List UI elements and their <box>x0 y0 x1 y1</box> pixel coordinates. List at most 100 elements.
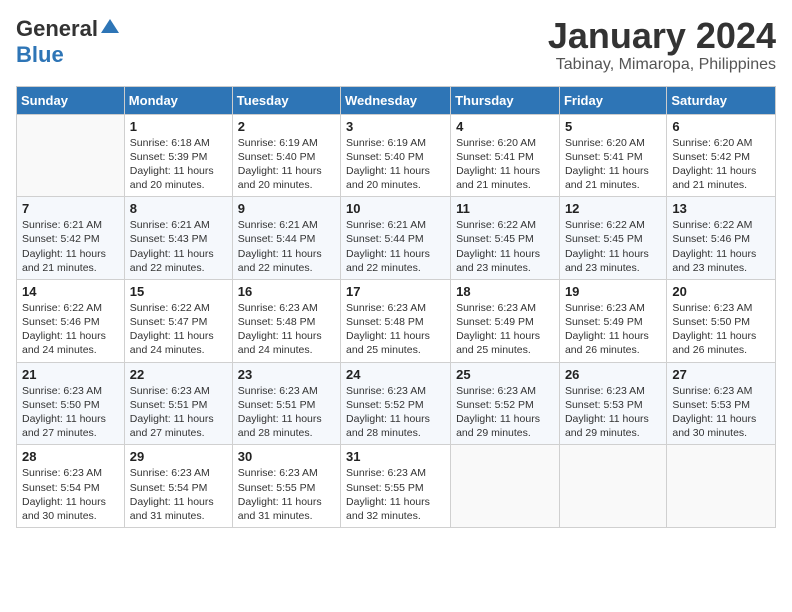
calendar-cell: 7 Sunrise: 6:21 AMSunset: 5:42 PMDaylight… <box>17 197 125 280</box>
cell-content: Sunrise: 6:23 AMSunset: 5:50 PMDaylight:… <box>672 302 756 357</box>
cell-content: Sunrise: 6:20 AMSunset: 5:41 PMDaylight:… <box>565 137 649 192</box>
day-of-week-header: Sunday <box>17 86 125 114</box>
cell-content: Sunrise: 6:23 AMSunset: 5:55 PMDaylight:… <box>346 467 430 522</box>
cell-content: Sunrise: 6:23 AMSunset: 5:51 PMDaylight:… <box>238 385 322 440</box>
calendar-week-row: 7 Sunrise: 6:21 AMSunset: 5:42 PMDaylight… <box>17 197 776 280</box>
day-number: 27 <box>672 367 770 382</box>
day-number: 6 <box>672 119 770 134</box>
logo-blue-text: Blue <box>16 42 64 67</box>
calendar-cell: 8 Sunrise: 6:21 AMSunset: 5:43 PMDaylight… <box>124 197 232 280</box>
location-title: Tabinay, Mimaropa, Philippines <box>548 56 776 74</box>
calendar-cell: 3Sunrise: 6:19 AMSunset: 5:40 PMDaylight… <box>341 114 451 197</box>
calendar-week-row: 14Sunrise: 6:22 AMSunset: 5:46 PMDayligh… <box>17 279 776 362</box>
day-number: 21 <box>22 367 119 382</box>
cell-content: Sunrise: 6:21 AMSunset: 5:44 PMDaylight:… <box>238 219 322 274</box>
day-number: 14 <box>22 284 119 299</box>
calendar-cell: 17 Sunrise: 6:23 AMSunset: 5:48 PMDayligh… <box>341 279 451 362</box>
calendar-cell: 15 Sunrise: 6:22 AMSunset: 5:47 PMDayligh… <box>124 279 232 362</box>
calendar-cell <box>17 114 125 197</box>
calendar-cell: 1Sunrise: 6:18 AMSunset: 5:39 PMDaylight… <box>124 114 232 197</box>
day-number: 8 <box>130 201 227 216</box>
cell-content: Sunrise: 6:23 AMSunset: 5:50 PMDaylight:… <box>22 385 106 440</box>
cell-content: Sunrise: 6:22 AMSunset: 5:47 PMDaylight:… <box>130 302 214 357</box>
day-number: 9 <box>238 201 335 216</box>
day-of-week-header: Thursday <box>451 86 560 114</box>
day-number: 7 <box>22 201 119 216</box>
day-number: 10 <box>346 201 445 216</box>
cell-content: Sunrise: 6:22 AMSunset: 5:46 PMDaylight:… <box>672 219 756 274</box>
cell-content: Sunrise: 6:19 AMSunset: 5:40 PMDaylight:… <box>238 137 322 192</box>
month-title: January 2024 <box>548 16 776 56</box>
day-number: 13 <box>672 201 770 216</box>
calendar-cell <box>667 445 776 528</box>
calendar-week-row: 1Sunrise: 6:18 AMSunset: 5:39 PMDaylight… <box>17 114 776 197</box>
day-number: 22 <box>130 367 227 382</box>
calendar-cell: 31 Sunrise: 6:23 AMSunset: 5:55 PMDayligh… <box>341 445 451 528</box>
day-number: 16 <box>238 284 335 299</box>
day-of-week-header: Wednesday <box>341 86 451 114</box>
day-number: 5 <box>565 119 661 134</box>
cell-content: Sunrise: 6:23 AMSunset: 5:51 PMDaylight:… <box>130 385 214 440</box>
day-number: 23 <box>238 367 335 382</box>
day-number: 15 <box>130 284 227 299</box>
calendar-cell: 29 Sunrise: 6:23 AMSunset: 5:54 PMDayligh… <box>124 445 232 528</box>
calendar-cell: 30 Sunrise: 6:23 AMSunset: 5:55 PMDayligh… <box>232 445 340 528</box>
logo-triangle-icon <box>101 17 119 40</box>
cell-content: Sunrise: 6:23 AMSunset: 5:54 PMDaylight:… <box>22 467 106 522</box>
cell-content: Sunrise: 6:21 AMSunset: 5:44 PMDaylight:… <box>346 219 430 274</box>
calendar-week-row: 28Sunrise: 6:23 AMSunset: 5:54 PMDayligh… <box>17 445 776 528</box>
calendar-cell: 18 Sunrise: 6:23 AMSunset: 5:49 PMDayligh… <box>451 279 560 362</box>
calendar-cell: 24Sunrise: 6:23 AMSunset: 5:52 PMDayligh… <box>341 362 451 445</box>
day-number: 26 <box>565 367 661 382</box>
cell-content: Sunrise: 6:21 AMSunset: 5:43 PMDaylight:… <box>130 219 214 274</box>
calendar-cell: 25 Sunrise: 6:23 AMSunset: 5:52 PMDayligh… <box>451 362 560 445</box>
calendar-cell: 27Sunrise: 6:23 AMSunset: 5:53 PMDayligh… <box>667 362 776 445</box>
day-number: 19 <box>565 284 661 299</box>
day-number: 30 <box>238 449 335 464</box>
calendar-header-row: SundayMondayTuesdayWednesdayThursdayFrid… <box>17 86 776 114</box>
cell-content: Sunrise: 6:23 AMSunset: 5:48 PMDaylight:… <box>238 302 322 357</box>
cell-content: Sunrise: 6:23 AMSunset: 5:48 PMDaylight:… <box>346 302 430 357</box>
day-number: 20 <box>672 284 770 299</box>
day-number: 18 <box>456 284 554 299</box>
cell-content: Sunrise: 6:23 AMSunset: 5:52 PMDaylight:… <box>456 385 540 440</box>
cell-content: Sunrise: 6:23 AMSunset: 5:55 PMDaylight:… <box>238 467 322 522</box>
page-header: General Blue January 2024 Tabinay, Mimar… <box>16 16 776 74</box>
logo: General Blue <box>16 16 119 68</box>
calendar-cell: 11Sunrise: 6:22 AMSunset: 5:45 PMDayligh… <box>451 197 560 280</box>
calendar-cell: 2 Sunrise: 6:19 AMSunset: 5:40 PMDaylight… <box>232 114 340 197</box>
day-number: 25 <box>456 367 554 382</box>
day-number: 11 <box>456 201 554 216</box>
calendar-cell: 16 Sunrise: 6:23 AMSunset: 5:48 PMDayligh… <box>232 279 340 362</box>
calendar-cell: 5 Sunrise: 6:20 AMSunset: 5:41 PMDaylight… <box>559 114 666 197</box>
calendar-cell: 26 Sunrise: 6:23 AMSunset: 5:53 PMDayligh… <box>559 362 666 445</box>
cell-content: Sunrise: 6:20 AMSunset: 5:42 PMDaylight:… <box>672 137 756 192</box>
cell-content: Sunrise: 6:23 AMSunset: 5:49 PMDaylight:… <box>456 302 540 357</box>
calendar-cell: 4Sunrise: 6:20 AMSunset: 5:41 PMDaylight… <box>451 114 560 197</box>
cell-content: Sunrise: 6:23 AMSunset: 5:53 PMDaylight:… <box>565 385 649 440</box>
cell-content: Sunrise: 6:21 AMSunset: 5:42 PMDaylight:… <box>22 219 106 274</box>
logo-general-text: General <box>16 16 98 42</box>
calendar-week-row: 21 Sunrise: 6:23 AMSunset: 5:50 PMDayligh… <box>17 362 776 445</box>
day-number: 31 <box>346 449 445 464</box>
cell-content: Sunrise: 6:22 AMSunset: 5:45 PMDaylight:… <box>565 219 649 274</box>
calendar-cell: 14Sunrise: 6:22 AMSunset: 5:46 PMDayligh… <box>17 279 125 362</box>
day-of-week-header: Saturday <box>667 86 776 114</box>
calendar-cell: 22 Sunrise: 6:23 AMSunset: 5:51 PMDayligh… <box>124 362 232 445</box>
day-of-week-header: Tuesday <box>232 86 340 114</box>
calendar-cell: 28Sunrise: 6:23 AMSunset: 5:54 PMDayligh… <box>17 445 125 528</box>
calendar-cell: 12 Sunrise: 6:22 AMSunset: 5:45 PMDayligh… <box>559 197 666 280</box>
calendar-cell: 13 Sunrise: 6:22 AMSunset: 5:46 PMDayligh… <box>667 197 776 280</box>
day-number: 29 <box>130 449 227 464</box>
day-number: 17 <box>346 284 445 299</box>
cell-content: Sunrise: 6:23 AMSunset: 5:54 PMDaylight:… <box>130 467 214 522</box>
title-area: January 2024 Tabinay, Mimaropa, Philippi… <box>548 16 776 74</box>
day-number: 4 <box>456 119 554 134</box>
calendar-cell: 6 Sunrise: 6:20 AMSunset: 5:42 PMDaylight… <box>667 114 776 197</box>
cell-content: Sunrise: 6:23 AMSunset: 5:49 PMDaylight:… <box>565 302 649 357</box>
calendar-table: SundayMondayTuesdayWednesdayThursdayFrid… <box>16 86 776 528</box>
day-number: 2 <box>238 119 335 134</box>
day-number: 12 <box>565 201 661 216</box>
cell-content: Sunrise: 6:23 AMSunset: 5:52 PMDaylight:… <box>346 385 430 440</box>
calendar-cell: 23 Sunrise: 6:23 AMSunset: 5:51 PMDayligh… <box>232 362 340 445</box>
